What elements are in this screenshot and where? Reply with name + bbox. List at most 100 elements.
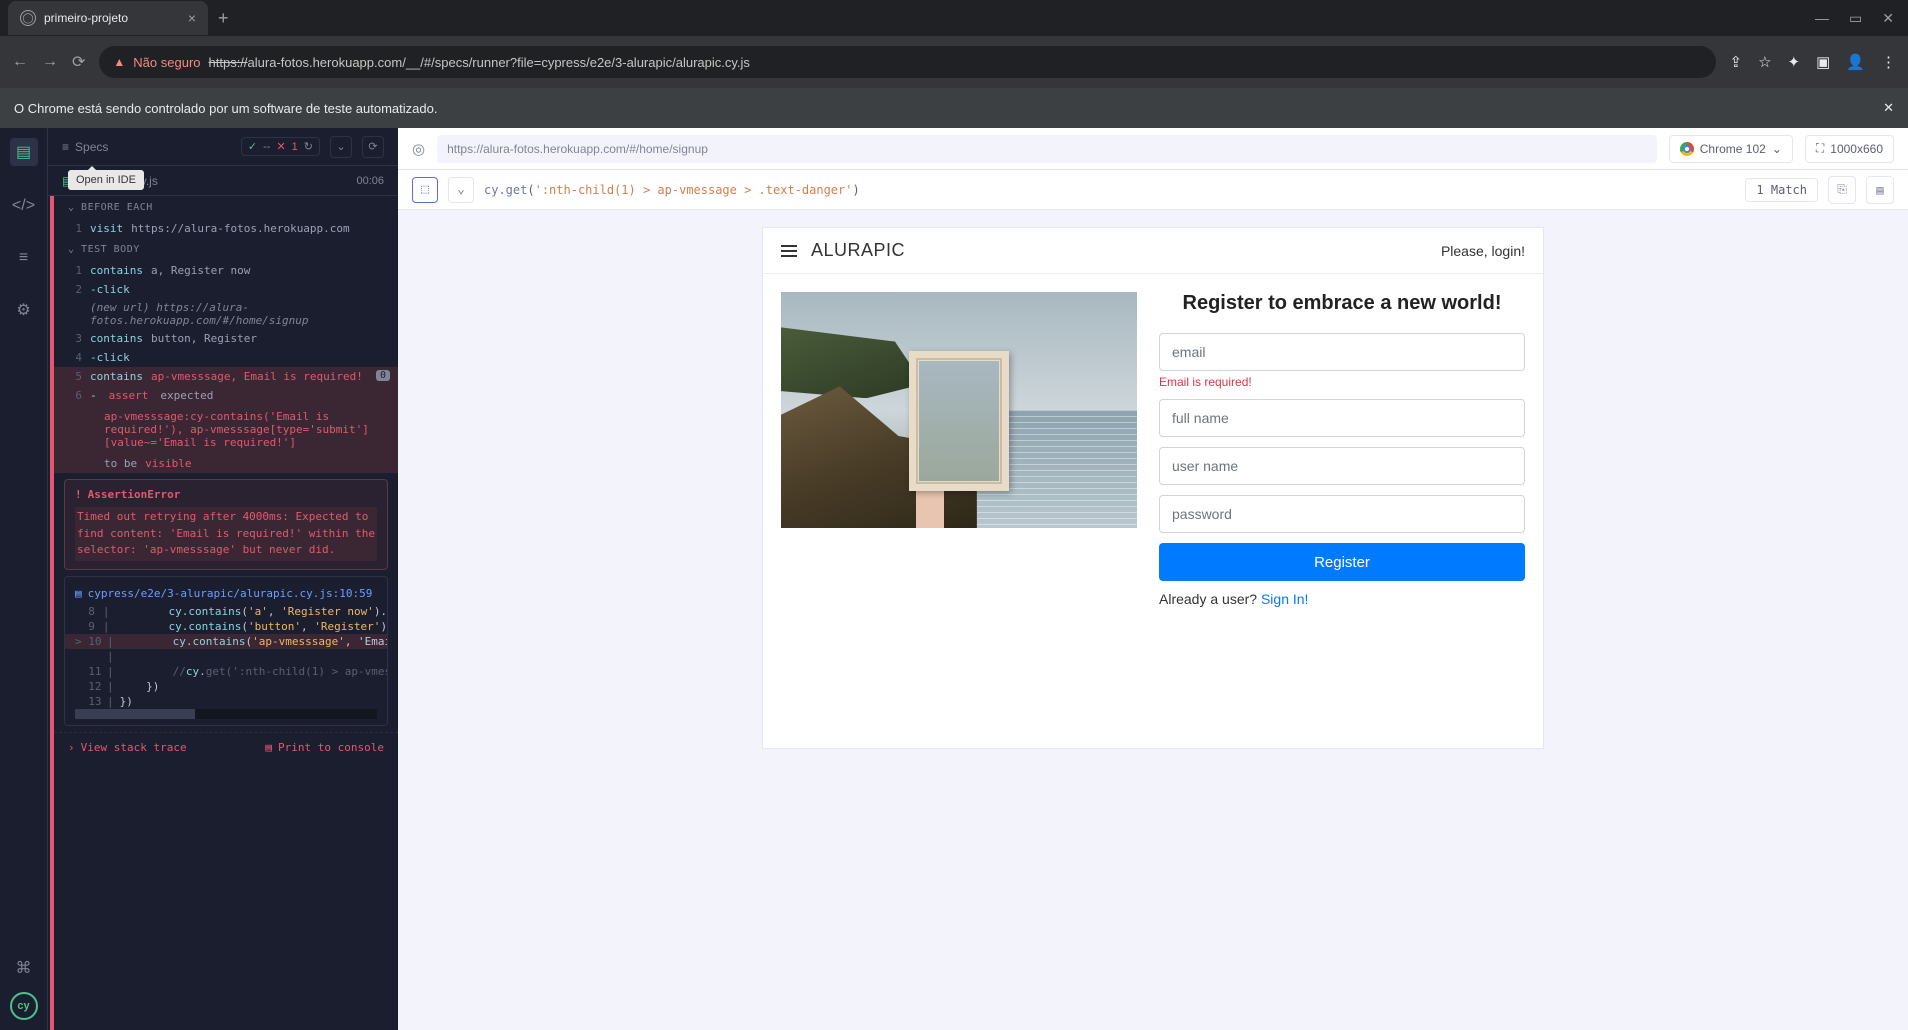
forward-button[interactable]: →: [42, 53, 58, 71]
code-horizontal-scrollbar[interactable]: [75, 709, 377, 719]
error-block: !AssertionError Timed out retrying after…: [64, 479, 388, 570]
signin-link[interactable]: Sign In!: [1261, 591, 1308, 607]
window-controls: — ▭ ✕: [1815, 10, 1908, 27]
signup-form: Register to embrace a new world! Email i…: [1159, 292, 1525, 607]
bookmark-icon[interactable]: ☆: [1758, 53, 1771, 71]
selector-playground-bar: ⬚ ⌄ cy.get(':nth-child(1) > ap-vmessage …: [398, 170, 1908, 210]
username-input[interactable]: [1159, 447, 1525, 485]
reporter-header: ≡ Specs ✓ -- ✕ 1 ↻ ⌄ ⟳: [48, 128, 398, 166]
cypress-logo-icon: cy: [10, 992, 38, 1020]
url-text: https://alura-fotos.herokuapp.com/__/#/s…: [209, 55, 750, 70]
command-row[interactable]: 4-click: [54, 348, 398, 367]
extensions-icon[interactable]: ✦: [1788, 53, 1801, 71]
app-body: Register to embrace a new world! Email i…: [763, 274, 1543, 625]
error-message: Timed out retrying after 4000ms: Expecte…: [75, 507, 377, 561]
error-title: !AssertionError: [75, 488, 377, 501]
chrome-icon: [1680, 142, 1694, 156]
selector-method-dropdown[interactable]: ⌄: [448, 177, 474, 203]
address-bar: ← → ⟳ ▲ Não seguro https://alura-fotos.h…: [0, 36, 1908, 88]
login-link[interactable]: Please, login!: [1441, 243, 1525, 259]
back-button[interactable]: ←: [12, 53, 28, 71]
app-iframe-area: ALURAPIC Please, login! Register to embr…: [398, 210, 1908, 1030]
alurapic-app: ALURAPIC Please, login! Register to embr…: [763, 228, 1543, 748]
tab-title: primeiro-projeto: [44, 11, 180, 25]
error-footer: › View stack trace ▤ Print to console: [54, 732, 398, 762]
signup-heading: Register to embrace a new world!: [1159, 292, 1525, 315]
specs-breadcrumb[interactable]: ≡ Specs: [62, 140, 108, 154]
code-line: 9| cy.contains('button', 'Register').c: [65, 619, 387, 634]
print-to-console-button[interactable]: ▤ Print to console: [265, 741, 384, 754]
command-row[interactable]: 2-click: [54, 280, 398, 299]
app-under-test-panel: ◎ https://alura-fotos.herokuapp.com/#/ho…: [398, 128, 1908, 1030]
error-file-link[interactable]: ▤cypress/e2e/3-alurapic/alurapic.cy.js:1…: [65, 583, 387, 604]
copy-selector-button[interactable]: ⎘: [1828, 176, 1856, 204]
browser-tab[interactable]: ◯ primeiro-projeto ×: [8, 1, 208, 35]
runs-nav-icon[interactable]: </>: [12, 194, 36, 218]
settings-nav-icon[interactable]: ⚙: [12, 298, 36, 322]
shortcuts-nav-icon[interactable]: ⌘: [12, 956, 36, 980]
automation-info-text: O Chrome está sendo controlado por um so…: [14, 101, 437, 116]
debug-nav-icon[interactable]: ≡: [12, 246, 36, 270]
viewport-size[interactable]: ⛶1000x660: [1805, 135, 1894, 163]
cypress-left-rail: ▤ </> ≡ ⚙ ⌘ cy: [0, 128, 48, 1030]
view-stack-trace-button[interactable]: › View stack trace: [68, 741, 187, 754]
menu-icon[interactable]: ⋮: [1881, 53, 1896, 71]
email-input[interactable]: [1159, 333, 1525, 371]
close-tab-icon[interactable]: ×: [188, 10, 196, 26]
tab-bar: ◯ primeiro-projeto × + — ▭ ✕: [0, 0, 1908, 36]
fullname-input[interactable]: [1159, 399, 1525, 437]
already-user-text: Already a user? Sign In!: [1159, 591, 1525, 607]
maximize-button[interactable]: ▭: [1849, 10, 1862, 27]
profile-icon[interactable]: 👤: [1846, 53, 1865, 71]
panel-icon[interactable]: ▣: [1816, 53, 1830, 71]
new-url-line: (new url) https://alura-fotos.herokuapp.…: [54, 299, 398, 329]
email-error-message: Email is required!: [1159, 375, 1525, 389]
file-icon: ▤: [75, 587, 82, 600]
register-button[interactable]: Register: [1159, 543, 1525, 581]
chevron-down-button[interactable]: ⌄: [330, 136, 352, 158]
url-field[interactable]: ▲ Não seguro https://alura-fotos.herokua…: [99, 46, 1715, 78]
selector-match-count: 1 Match: [1745, 178, 1818, 202]
print-selector-button[interactable]: ▤: [1866, 176, 1894, 204]
warning-icon: ▲: [113, 55, 125, 69]
command-log: ⌄ BEFORE EACH 1 visit https://alura-foto…: [50, 196, 398, 1030]
spec-duration: 00:06: [356, 175, 384, 187]
command-row-failed[interactable]: 5containsap-vmesssage, Email is required…: [54, 367, 398, 386]
code-line: |: [65, 649, 387, 664]
command-row-assert[interactable]: 6-assert expected ap-vmesssage:cy-contai…: [54, 386, 398, 473]
selector-picker-button[interactable]: ⬚: [412, 177, 438, 203]
aut-header: ◎ https://alura-fotos.herokuapp.com/#/ho…: [398, 128, 1908, 170]
close-window-button[interactable]: ✕: [1882, 10, 1894, 27]
code-line: > 10| cy.contains('ap-vmesssage', 'Email: [65, 634, 387, 649]
open-in-ide-tooltip: Open in IDE: [68, 170, 144, 190]
command-row[interactable]: 1containsa, Register now: [54, 261, 398, 280]
code-line: 13|}): [65, 694, 387, 709]
command-row[interactable]: 1 visit https://alura-fotos.herokuapp.co…: [54, 219, 398, 238]
close-info-bar-icon[interactable]: ✕: [1883, 100, 1894, 116]
new-tab-button[interactable]: +: [218, 8, 229, 29]
app-title: ALURAPIC: [811, 240, 905, 261]
globe-icon: ◯: [20, 10, 36, 26]
before-each-label: ⌄ BEFORE EACH: [54, 196, 398, 219]
test-status-summary: ✓ -- ✕ 1 ↻: [241, 137, 320, 156]
selector-code[interactable]: cy.get(':nth-child(1) > ap-vmessage > .t…: [484, 183, 1735, 197]
browser-selector[interactable]: Chrome 102⌄: [1669, 135, 1793, 163]
hamburger-menu-icon[interactable]: [781, 245, 797, 257]
specs-nav-icon[interactable]: ▤: [10, 138, 38, 166]
command-row[interactable]: 3containsbutton, Register: [54, 329, 398, 348]
test-body-label: ⌄ TEST BODY: [54, 238, 398, 261]
minimize-button[interactable]: —: [1815, 10, 1829, 27]
reload-button[interactable]: ⟳: [72, 52, 85, 72]
code-line: 8| cy.contains('a', 'Register now').cl: [65, 604, 387, 619]
code-line: 12| }): [65, 679, 387, 694]
restart-button[interactable]: ⟳: [362, 136, 384, 158]
share-icon[interactable]: ⇪: [1730, 53, 1743, 71]
code-line: 11| //cy.get(':nth-child(1) > ap-vmessa: [65, 664, 387, 679]
test-reporter-panel: ≡ Specs ✓ -- ✕ 1 ↻ ⌄ ⟳ ▤ alurapic.cy.js …: [48, 128, 398, 1030]
target-icon[interactable]: ◎: [412, 140, 425, 158]
aut-url-display: https://alura-fotos.herokuapp.com/#/home…: [437, 135, 1657, 163]
password-input[interactable]: [1159, 495, 1525, 533]
browser-chrome: ◯ primeiro-projeto × + — ▭ ✕ ← → ⟳ ▲ Não…: [0, 0, 1908, 88]
error-code-block: ▤cypress/e2e/3-alurapic/alurapic.cy.js:1…: [64, 576, 388, 726]
app-header: ALURAPIC Please, login!: [763, 228, 1543, 274]
